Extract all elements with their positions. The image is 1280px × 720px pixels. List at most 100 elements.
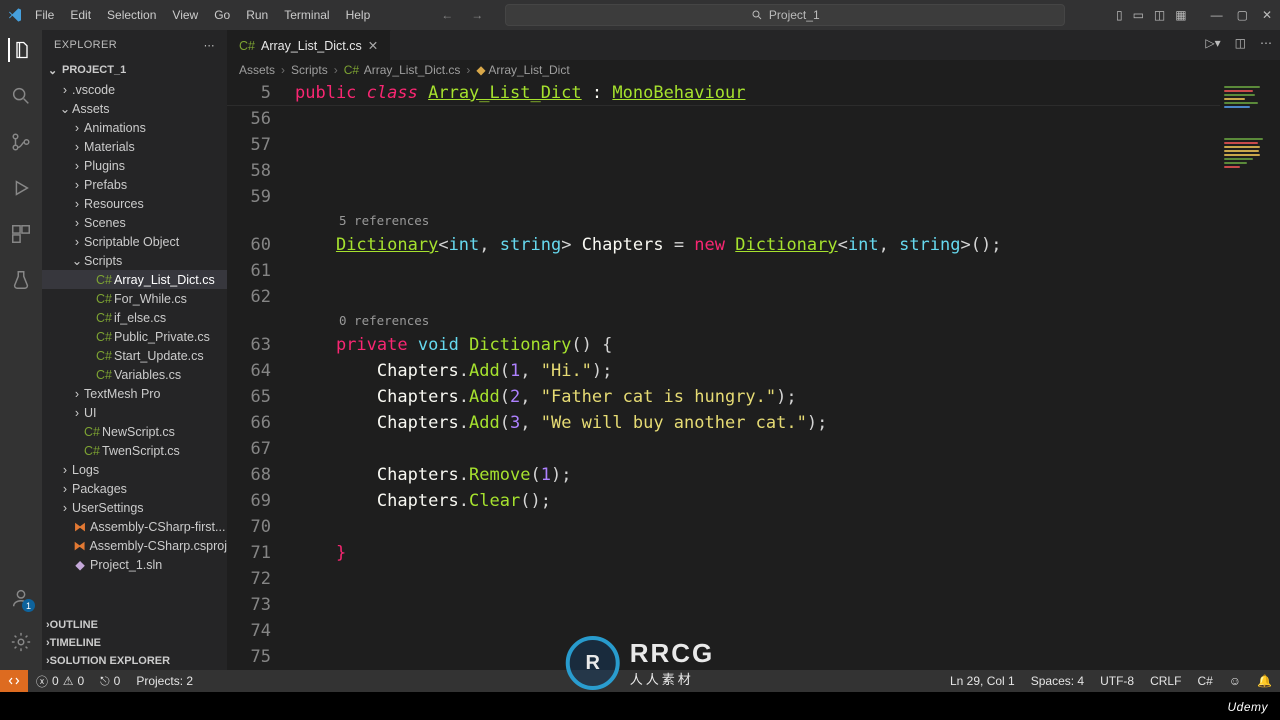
extensions-icon[interactable] bbox=[9, 222, 33, 246]
menu-help[interactable]: Help bbox=[339, 4, 378, 26]
run-button-icon[interactable]: ▷▾ bbox=[1205, 36, 1220, 50]
tree-item[interactable]: ›Animations bbox=[42, 118, 227, 137]
tree-item[interactable]: ›UserSettings bbox=[42, 498, 227, 517]
tree-item[interactable]: ⧓Assembly-CSharp-first... bbox=[42, 517, 227, 536]
code-line[interactable]: Chapters.Add(1, "Hi."); bbox=[295, 358, 1280, 384]
status-indent[interactable]: Spaces: 4 bbox=[1023, 674, 1092, 688]
codelens[interactable]: 5 references bbox=[339, 210, 1280, 232]
nav-forward-icon[interactable]: → bbox=[471, 8, 483, 22]
status-cursor[interactable]: Ln 29, Col 1 bbox=[942, 674, 1023, 688]
codelens[interactable]: 0 references bbox=[339, 310, 1280, 332]
minimap[interactable] bbox=[1220, 80, 1280, 670]
source-control-icon[interactable] bbox=[9, 130, 33, 154]
tree-item[interactable]: ◆Project_1.sln bbox=[42, 555, 227, 574]
code-line[interactable] bbox=[295, 106, 1280, 132]
status-language[interactable]: C# bbox=[1189, 674, 1220, 688]
code-line[interactable]: private void Dictionary() { bbox=[295, 332, 1280, 358]
run-debug-icon[interactable] bbox=[9, 176, 33, 200]
breadcrumb-segment[interactable]: Scripts bbox=[291, 63, 328, 77]
tree-item[interactable]: ›Resources bbox=[42, 194, 227, 213]
tab-active[interactable]: C# Array_List_Dict.cs ✕ bbox=[227, 30, 391, 60]
tree-item[interactable]: C#Array_List_Dict.cs bbox=[42, 270, 227, 289]
project-section[interactable]: ⌄ PROJECT_1 bbox=[42, 60, 227, 80]
layout-secondary-icon[interactable]: ◫ bbox=[1154, 8, 1165, 22]
menu-file[interactable]: File bbox=[28, 4, 61, 26]
code-body[interactable]: 5 references Dictionary<int, string> Cha… bbox=[287, 80, 1280, 670]
nav-back-icon[interactable]: ← bbox=[441, 8, 453, 22]
tree-item[interactable]: ›Scriptable Object bbox=[42, 232, 227, 251]
tree-item[interactable]: C#Start_Update.cs bbox=[42, 346, 227, 365]
tree-item[interactable]: ›Prefabs bbox=[42, 175, 227, 194]
code-line[interactable] bbox=[295, 258, 1280, 284]
explorer-icon[interactable] bbox=[8, 38, 32, 62]
tree-item[interactable]: ›TextMesh Pro bbox=[42, 384, 227, 403]
status-problems[interactable]: ⓧ0 ⚠0 bbox=[28, 673, 92, 690]
code-line[interactable] bbox=[295, 284, 1280, 310]
code-editor[interactable]: 5 public class Array_List_Dict : MonoBeh… bbox=[227, 80, 1280, 670]
tree-item[interactable]: C#if_else.cs bbox=[42, 308, 227, 327]
split-editor-icon[interactable]: ◫ bbox=[1235, 36, 1246, 50]
status-port[interactable]: ⎋0 bbox=[92, 674, 128, 689]
tree-item[interactable]: ›UI bbox=[42, 403, 227, 422]
code-line[interactable]: Chapters.Add(2, "Father cat is hungry.")… bbox=[295, 384, 1280, 410]
panel-solution-explorer[interactable]: › SOLUTION EXPLORER bbox=[42, 652, 227, 670]
menu-go[interactable]: Go bbox=[207, 4, 237, 26]
panel-timeline[interactable]: › TIMELINE bbox=[42, 634, 227, 652]
tree-item[interactable]: C#Variables.cs bbox=[42, 365, 227, 384]
code-line[interactable] bbox=[295, 132, 1280, 158]
menu-terminal[interactable]: Terminal bbox=[277, 4, 336, 26]
tree-item[interactable]: ⌄Assets bbox=[42, 99, 227, 118]
command-center[interactable]: Project_1 bbox=[505, 4, 1065, 26]
maximize-icon[interactable]: ▢ bbox=[1237, 8, 1248, 22]
tree-item[interactable]: C#NewScript.cs bbox=[42, 422, 227, 441]
breadcrumb[interactable]: Assets›Scripts›C# Array_List_Dict.cs›◆ A… bbox=[227, 60, 1280, 80]
code-line[interactable]: Chapters.Remove(1); bbox=[295, 462, 1280, 488]
code-line[interactable]: Chapters.Add(3, "We will buy another cat… bbox=[295, 410, 1280, 436]
editor-more-icon[interactable]: ⋯ bbox=[1260, 36, 1272, 50]
tree-item[interactable]: ›Plugins bbox=[42, 156, 227, 175]
tree-item[interactable]: ⌄Scripts bbox=[42, 251, 227, 270]
breadcrumb-segment[interactable]: C# Array_List_Dict.cs bbox=[344, 63, 461, 77]
minimize-icon[interactable]: — bbox=[1211, 8, 1223, 22]
code-line[interactable] bbox=[295, 158, 1280, 184]
status-bell-icon[interactable]: 🔔 bbox=[1249, 674, 1280, 688]
code-line[interactable] bbox=[295, 566, 1280, 592]
testing-icon[interactable] bbox=[9, 268, 33, 292]
code-line[interactable] bbox=[295, 618, 1280, 644]
tree-item[interactable]: ›Packages bbox=[42, 479, 227, 498]
status-eol[interactable]: CRLF bbox=[1142, 674, 1189, 688]
tree-item[interactable]: ⧓Assembly-CSharp.csproj bbox=[42, 536, 227, 555]
tree-item[interactable]: C#For_While.cs bbox=[42, 289, 227, 308]
code-line[interactable]: } bbox=[295, 540, 1280, 566]
layout-customize-icon[interactable]: ▦ bbox=[1175, 8, 1186, 22]
search-activity-icon[interactable] bbox=[9, 84, 33, 108]
tree-item[interactable]: ›.vscode bbox=[42, 80, 227, 99]
sidebar-more-icon[interactable]: ⋯ bbox=[204, 39, 215, 52]
account-icon[interactable]: 1 bbox=[9, 586, 33, 610]
code-line[interactable]: Chapters.Clear(); bbox=[295, 488, 1280, 514]
close-icon[interactable]: ✕ bbox=[1262, 8, 1272, 22]
panel-outline[interactable]: › OUTLINE bbox=[42, 616, 227, 634]
tab-close-icon[interactable]: ✕ bbox=[368, 38, 378, 53]
code-line[interactable] bbox=[295, 592, 1280, 618]
tree-item[interactable]: ›Scenes bbox=[42, 213, 227, 232]
settings-gear-icon[interactable] bbox=[9, 630, 33, 654]
code-line[interactable] bbox=[295, 514, 1280, 540]
code-line[interactable] bbox=[295, 436, 1280, 462]
breadcrumb-segment[interactable]: Assets bbox=[239, 63, 275, 77]
menu-edit[interactable]: Edit bbox=[63, 4, 98, 26]
menu-view[interactable]: View bbox=[165, 4, 205, 26]
code-line[interactable] bbox=[295, 644, 1280, 670]
status-encoding[interactable]: UTF-8 bbox=[1092, 674, 1142, 688]
status-projects[interactable]: Projects: 2 bbox=[128, 674, 201, 688]
tree-item[interactable]: C#Public_Private.cs bbox=[42, 327, 227, 346]
status-feedback-icon[interactable]: ☺ bbox=[1221, 674, 1249, 688]
tree-item[interactable]: ›Materials bbox=[42, 137, 227, 156]
remote-indicator[interactable] bbox=[0, 670, 28, 692]
menu-selection[interactable]: Selection bbox=[100, 4, 163, 26]
tree-item[interactable]: C#TwenScript.cs bbox=[42, 441, 227, 460]
breadcrumb-segment[interactable]: ◆ Array_List_Dict bbox=[476, 63, 569, 77]
menu-run[interactable]: Run bbox=[239, 4, 275, 26]
tree-item[interactable]: ›Logs bbox=[42, 460, 227, 479]
code-line[interactable] bbox=[295, 184, 1280, 210]
